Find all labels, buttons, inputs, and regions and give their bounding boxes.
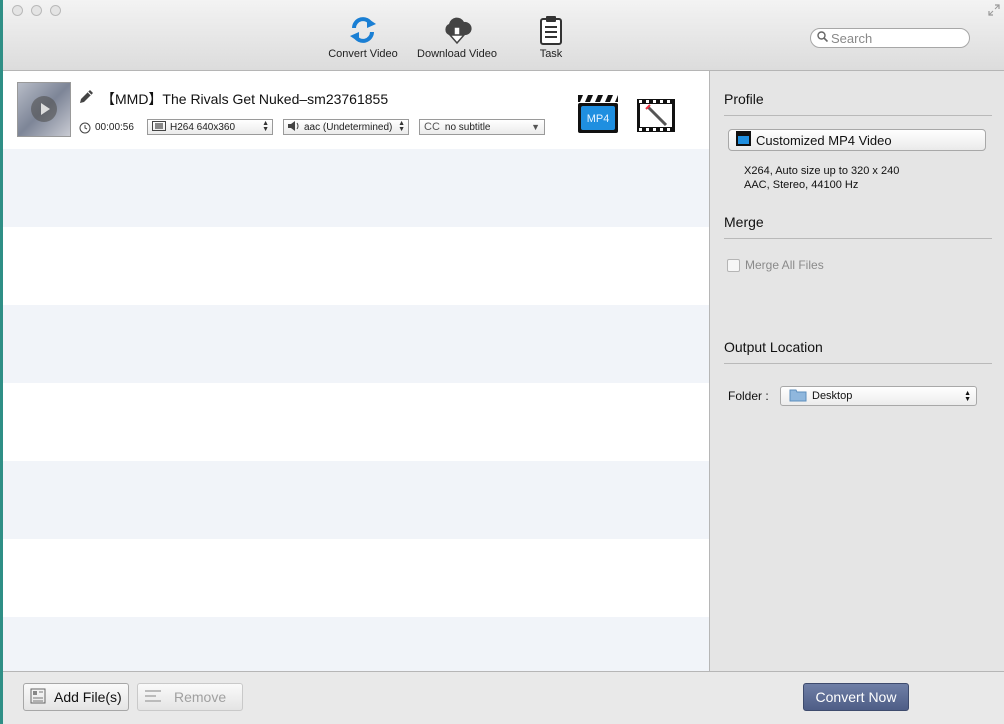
clipboard-icon [531,14,571,46]
cloud-download-icon [415,14,499,46]
duration: 00:00:56 [95,122,134,133]
empty-row [3,383,709,461]
close-window-button[interactable] [12,5,23,16]
empty-row [3,461,709,539]
convert-video-button[interactable]: Convert Video [325,14,401,60]
task-label: Task [539,48,563,60]
search-icon [817,29,829,47]
output-format-button[interactable]: MP4 [577,93,619,140]
audio-track-select[interactable]: aac (Undetermined) ▲ ▼ [283,119,409,135]
profile-name: Customized MP4 Video [756,132,892,148]
profile-description: X264, Auto size up to 320 x 240 AAC, Ste… [744,164,899,192]
video-thumbnail[interactable] [17,82,71,137]
folder-label: Folder : [728,389,769,403]
settings-panel: Profile Customized MP4 Video X264, Auto … [710,71,1004,671]
file-row[interactable]: 【MMD】The Rivals Get Nuked–sm23761855 00:… [3,71,709,149]
remove-button[interactable]: Remove [137,683,243,711]
subtitle-value: no subtitle [444,121,491,133]
empty-row [3,149,709,227]
play-icon[interactable] [31,96,57,122]
checkbox[interactable] [727,258,740,272]
file-title: 【MMD】The Rivals Get Nuked–sm23761855 [101,91,389,107]
clock-icon [79,121,91,139]
profile-title: Profile [724,91,764,107]
film-icon [152,120,166,134]
minimize-window-button[interactable] [31,5,42,16]
profile-video-spec: X264, Auto size up to 320 x 240 [744,165,900,177]
search-field[interactable] [810,28,970,48]
refresh-icon [325,14,401,46]
pencil-icon[interactable] [77,88,95,111]
convert-video-label: Convert Video [328,48,398,60]
cc-icon: CC [424,121,440,133]
search-input[interactable] [828,30,961,46]
merge-all-files-label: Merge All Files [745,258,824,272]
merge-title: Merge [724,214,764,230]
audio-track-value: aac (Undetermined) [304,121,393,133]
add-files-button[interactable]: Add File(s) [23,683,129,711]
subtitle-select[interactable]: CC no subtitle ▼ [419,119,545,135]
clapperboard-icon [736,131,751,149]
stepper-arrows-icon: ▲ ▼ [398,120,405,133]
profile-audio-spec: AAC, Stereo, 44100 Hz [744,179,859,191]
video-edit-icon [637,99,675,132]
toolbar: Convert Video Download Video Task Search [3,0,1004,71]
download-video-button[interactable]: Download Video [415,14,499,60]
merge-all-files-checkbox[interactable]: Merge All Files [727,258,824,272]
video-track-select[interactable]: H264 640x360 ▲ ▼ [147,119,273,135]
remove-label: Remove [174,689,227,705]
stepper-arrows-icon: ▲ ▼ [262,120,269,133]
folder-value: Desktop [812,390,853,402]
zoom-window-button[interactable] [50,5,61,16]
convert-now-label: Convert Now [815,689,897,705]
empty-row [3,539,709,617]
mp4-clapper-icon: MP4 [578,95,618,133]
add-file-icon [30,688,46,707]
fullscreen-icon[interactable] [988,4,1000,16]
remove-list-icon [144,688,162,707]
convert-now-button[interactable]: Convert Now [803,683,909,711]
mp4-badge: MP4 [587,113,610,125]
divider [724,363,992,364]
folder-select[interactable]: Desktop ▲ ▼ [780,386,977,406]
divider [724,238,992,239]
stepper-arrows-icon: ▲ ▼ [964,390,971,403]
output-location-title: Output Location [724,339,823,355]
speaker-icon [288,120,300,134]
task-button[interactable]: Task [531,14,571,60]
empty-row [3,617,709,671]
edit-video-button[interactable] [636,95,676,140]
chevron-down-icon: ▼ [531,122,540,132]
folder-icon [789,388,807,405]
app-window: Convert Video Download Video Task Search… [3,0,1004,724]
empty-row [3,305,709,383]
download-video-label: Download Video [417,48,497,60]
file-list[interactable]: 【MMD】The Rivals Get Nuked–sm23761855 00:… [3,71,710,671]
empty-row [3,227,709,305]
profile-select-button[interactable]: Customized MP4 Video [728,129,986,151]
divider [724,115,992,116]
video-track-value: H264 640x360 [170,121,236,133]
add-files-label: Add File(s) [54,689,122,705]
bottom-bar: Add File(s) Remove Convert Now [3,671,1004,724]
